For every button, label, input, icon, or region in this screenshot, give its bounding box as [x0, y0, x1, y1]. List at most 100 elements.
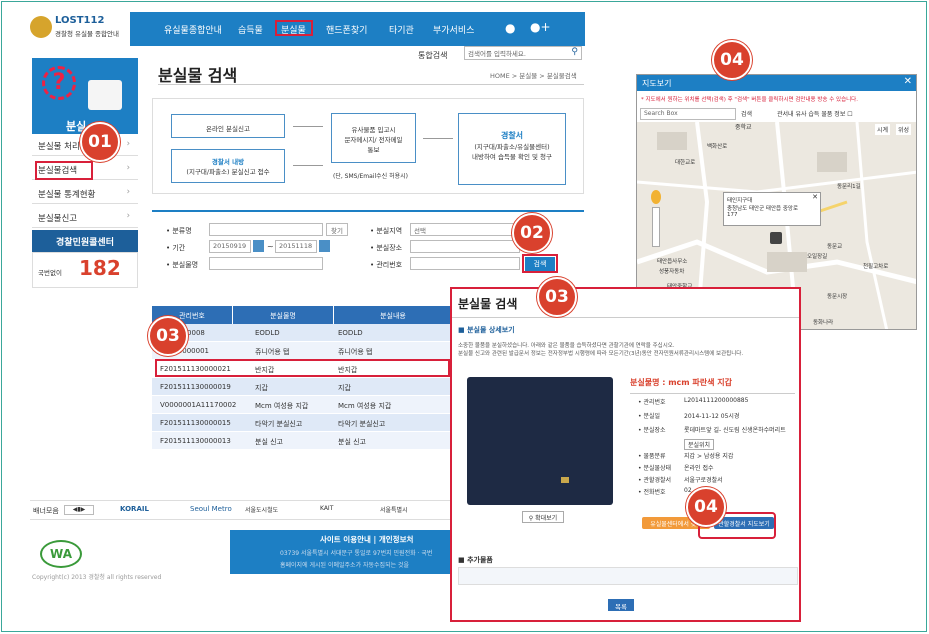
- table-row[interactable]: 11170000001 쥬니어용 탭 쥬니어용 탭: [152, 342, 452, 360]
- seoul-metro-logo[interactable]: Seoul Metro: [190, 505, 232, 513]
- place-location-button[interactable]: 분실위치: [684, 439, 715, 450]
- sidebar-item-stats[interactable]: 분실물 통계현황 ›: [32, 182, 138, 204]
- date-to-input[interactable]: 20151118: [275, 240, 317, 253]
- police-marker-icon[interactable]: [770, 232, 782, 244]
- chevron-right-icon: ›: [126, 187, 130, 197]
- detail-field-label: • 관할경찰서: [638, 477, 672, 484]
- korail-logo[interactable]: KORAIL: [120, 505, 149, 513]
- step-badge-03-popup: 03: [537, 277, 577, 317]
- date-from-input[interactable]: 20150919: [209, 240, 251, 253]
- sidebar-item-report[interactable]: 분실물신고 ›: [32, 206, 138, 228]
- footer-links[interactable]: 사이트 이용안내 | 개인정보처: [320, 534, 413, 545]
- seoul-city-logo[interactable]: 서울특별시: [380, 505, 408, 514]
- breadcrumb: HOME > 분실물 > 분실물검색: [490, 72, 577, 80]
- table-row[interactable]: 6A11170008EODLDEODLD: [152, 324, 452, 342]
- site-search-input[interactable]: 검색어를 입력하세요. ⚲: [464, 46, 582, 60]
- flow-online-report: 온라인 분실신고: [171, 114, 285, 138]
- category-input[interactable]: [209, 223, 323, 236]
- smrt-logo[interactable]: 서울도시철도: [245, 505, 278, 514]
- period-label: • 기간: [166, 244, 186, 252]
- wallet-logo: [561, 477, 569, 483]
- user-icon[interactable]: ●: [505, 21, 515, 35]
- nav-item-other[interactable]: 타기관: [389, 23, 414, 36]
- step-badge-01: 01: [80, 122, 120, 162]
- place-label: • 분실장소: [370, 244, 403, 252]
- detail-intro2: 분실물 신고와 관련된 발급문서 정보는 전자정부법 시행령에 따라 모든기간(…: [458, 351, 744, 357]
- flow-police-visit: 경찰서 내방 (지구대/파출소) 분실신고 접수: [171, 149, 285, 183]
- region-select[interactable]: 선택: [410, 223, 520, 236]
- detail-field-value: L2014111200000885: [684, 397, 749, 404]
- search-icon[interactable]: ⚲: [571, 47, 578, 57]
- table-row[interactable]: F201511130000019 지갑 지갑: [152, 378, 452, 396]
- close-icon[interactable]: ✕: [904, 76, 912, 87]
- similar-items-checkbox[interactable]: 관서내 유사 습득 물품 정보 ☐: [777, 109, 853, 118]
- highlight-row: [155, 359, 450, 377]
- map-label: 오일장길: [807, 254, 828, 260]
- footer: 사이트 이용안내 | 개인정보처 03739 서울특별시 서대문구 통일로 97…: [230, 530, 450, 574]
- wallet-image: [467, 377, 613, 505]
- footer-address: 03739 서울특별시 서대문구 통일로 97번지 민원전화 · 국번: [280, 550, 433, 557]
- site-logo[interactable]: LOST112 경찰청 유실물 종합안내: [30, 14, 125, 42]
- page-title: 분실물 검색: [158, 66, 238, 85]
- process-flow: 온라인 분실신고 경찰서 내방 (지구대/파출소) 분실신고 접수 유사물품 입…: [152, 98, 584, 194]
- kait-logo[interactable]: KAIT: [320, 505, 333, 512]
- table-row[interactable]: V0000001A11170002 Mcm 여성용 지갑 Mcm 여성용 지갑: [152, 396, 452, 414]
- map-search-button[interactable]: 검색: [741, 109, 752, 118]
- detail-field-label: • 분실장소: [638, 427, 666, 434]
- map-label: 동화나라: [813, 320, 834, 326]
- map-label: 동문교: [827, 244, 843, 250]
- add-user-icon[interactable]: ●+: [530, 20, 551, 34]
- map-search-input[interactable]: Search Box: [640, 108, 736, 120]
- flow-arrow: [293, 126, 323, 127]
- logo-title: LOST112: [55, 15, 105, 26]
- map-label: 동문리1길: [837, 184, 861, 190]
- table-row[interactable]: F201511130000015 타악기 분실신고 타악기 분실신고: [152, 414, 452, 432]
- callcenter-title: 경찰민원콜센터: [32, 230, 138, 252]
- detail-title: 분실물 검색: [458, 297, 518, 311]
- flow-notify: 유사물품 입고시 문자메시지/ 전자메일 통보: [331, 113, 416, 163]
- place-input[interactable]: [410, 240, 520, 253]
- detail-field-value: 2014-11-12 05시경: [684, 413, 740, 420]
- item-name-input[interactable]: [209, 257, 323, 270]
- highlight-lost-nav: [275, 20, 313, 36]
- detail-field-value: 온라인 접수: [684, 465, 714, 472]
- detail-field-label: • 분실물상태: [638, 465, 672, 472]
- nav-item-phone[interactable]: 핸드폰찾기: [326, 23, 367, 36]
- banner-label: 배너모음: [33, 507, 59, 515]
- title-divider: [158, 84, 584, 85]
- nav-item-found[interactable]: 습득물: [238, 23, 263, 36]
- calendar-icon[interactable]: [253, 240, 264, 252]
- calendar-icon[interactable]: [319, 240, 330, 252]
- zoom-slider[interactable]: [652, 207, 660, 247]
- close-icon[interactable]: ✕: [812, 193, 818, 201]
- map-label: 중학교: [735, 124, 752, 131]
- detail-field-label: • 관리번호: [638, 399, 666, 406]
- step-badge-04-map: 04: [712, 40, 752, 80]
- search-label: 통합검색: [418, 51, 448, 60]
- flow-note: (단, SMS/Email수신 허용시): [333, 173, 408, 180]
- highlight-search-button: [522, 254, 558, 273]
- field-divider: [630, 393, 795, 394]
- list-button[interactable]: 목록: [608, 599, 634, 611]
- banner-strip: 배너모음 ◀▮▶ KORAIL Seoul Metro 서울도시철도 KAIT …: [30, 500, 450, 520]
- step-badge-03: 03: [148, 316, 188, 356]
- flow-arrow: [423, 138, 453, 139]
- question-icon: ?: [42, 66, 76, 100]
- detail-field-value: 서울구로경찰서: [684, 477, 723, 484]
- map-label: 백화산로: [707, 144, 728, 150]
- flow-arrow: [293, 165, 323, 166]
- mgmt-number-input[interactable]: [410, 257, 520, 270]
- map-label: 천필고차로: [863, 264, 889, 270]
- find-button[interactable]: 찾기: [326, 223, 348, 236]
- nav-item-extra[interactable]: 부가서비스: [433, 23, 474, 36]
- zoom-button[interactable]: ⚲ 확대보기: [522, 511, 564, 523]
- banner-nav-arrows[interactable]: ◀▮▶: [64, 505, 94, 515]
- street-view-icon[interactable]: [651, 190, 661, 204]
- table-row[interactable]: F201511130000013 분실 신고 분실 신고: [152, 432, 452, 450]
- detail-field-label: • 분실일: [638, 413, 661, 420]
- satellite-view-button[interactable]: 위성: [896, 124, 912, 135]
- map-view-button[interactable]: 시계: [875, 124, 891, 135]
- item-name: 분실물명 : mcm 파란색 지갑: [630, 378, 732, 387]
- nav-item-guide[interactable]: 유실물종합안내: [164, 23, 222, 36]
- highlight-sidebar-search: [35, 161, 93, 180]
